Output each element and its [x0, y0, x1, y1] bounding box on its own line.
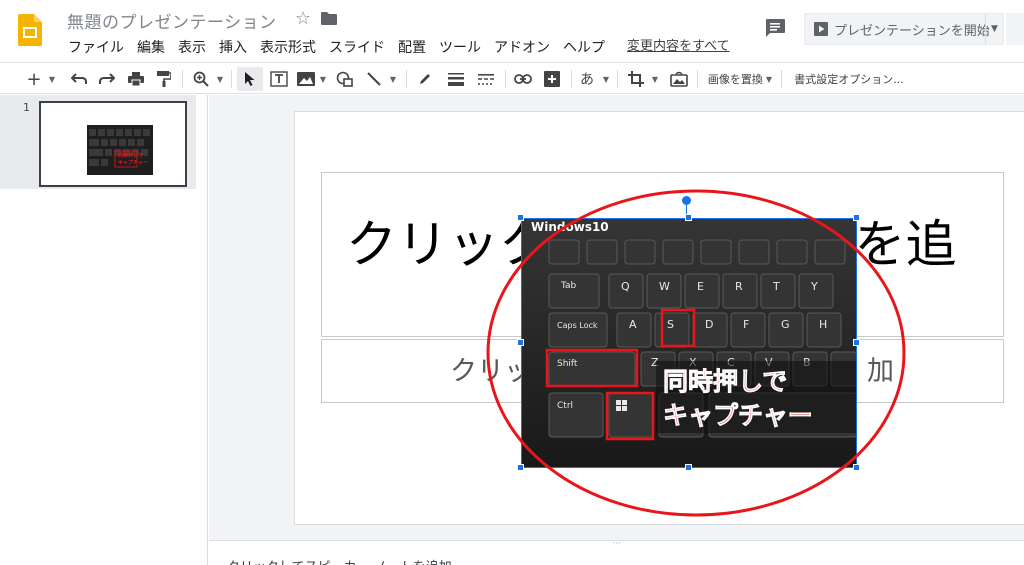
key-t: T — [772, 280, 780, 293]
key-shift: Shift — [557, 359, 578, 369]
key-f: F — [743, 318, 749, 331]
menu-edit[interactable]: 編集 — [137, 37, 165, 57]
input-tools-dropdown-icon[interactable]: ▼ — [601, 67, 611, 91]
format-options-button[interactable]: 書式設定オプション... — [788, 67, 910, 91]
keyboard-photo[interactable]: Windows10 Tab Q W E R T Y Caps Lock A S … — [521, 218, 857, 468]
key-s: S — [667, 318, 674, 331]
menu-help[interactable]: ヘルプ — [563, 37, 605, 57]
new-slide-dropdown-icon[interactable]: ▼ — [47, 67, 57, 91]
slide-thumbnail[interactable]: 同時押しで キャプチャー — [39, 101, 187, 187]
notes-resize-handle[interactable]: ··· — [209, 540, 1024, 549]
new-slide-icon[interactable]: + — [24, 67, 44, 91]
speaker-notes[interactable]: クリックしてスピーカー ノートを追加 — [209, 549, 1024, 565]
svg-text:同時押しで: 同時押しで — [118, 152, 143, 159]
comment-icon[interactable] — [765, 19, 785, 37]
slide-number: 1 — [23, 101, 30, 114]
document-title[interactable]: 無題のプレゼンテーション — [67, 8, 277, 33]
add-comment-icon[interactable] — [540, 67, 564, 91]
key-y: Y — [810, 280, 818, 293]
resize-handle-bm[interactable] — [685, 464, 692, 471]
key-w: W — [659, 280, 670, 293]
slides-logo-icon[interactable] — [18, 14, 42, 46]
subtitle-placeholder-text-end: 加 — [867, 356, 894, 387]
key-d: D — [705, 318, 713, 331]
print-icon[interactable] — [125, 67, 147, 91]
select-tool-icon[interactable] — [237, 67, 263, 91]
text-box-icon[interactable] — [267, 67, 291, 91]
key-q: Q — [621, 280, 630, 293]
toolbar: + ▼ ▼ ▼ ▼ あ ▼ ▼ 画像を置換 ▼ 書式設定オプション... — [0, 62, 1024, 94]
image-label: Windows10 — [531, 220, 609, 234]
menu-arrange[interactable]: 配置 — [398, 37, 426, 57]
key-tab: Tab — [560, 281, 577, 291]
paint-format-icon[interactable] — [153, 67, 175, 91]
subtitle-placeholder-text: クリッ — [450, 356, 531, 387]
border-color-icon[interactable] — [413, 67, 437, 91]
link-icon[interactable] — [511, 67, 535, 91]
reset-image-icon[interactable] — [667, 67, 691, 91]
menu-view[interactable]: 表示 — [178, 37, 206, 57]
replace-image-label: 画像を置換 — [707, 73, 763, 86]
menu-tools[interactable]: ツール — [439, 37, 481, 57]
shape-icon[interactable] — [333, 67, 357, 91]
rotation-handle[interactable] — [682, 196, 691, 205]
slide[interactable]: クリックしてタイトルを追 クリッ 加 Windows10 — [294, 111, 1024, 525]
crop-dropdown-icon[interactable]: ▼ — [650, 67, 660, 91]
key-e: E — [697, 280, 704, 293]
resize-handle-bl[interactable] — [517, 464, 524, 471]
key-a: A — [629, 318, 637, 331]
crop-icon[interactable] — [624, 67, 648, 91]
slide-canvas: クリックしてタイトルを追 クリッ 加 Windows10 — [209, 95, 1024, 540]
resize-handle-tr[interactable] — [853, 214, 860, 221]
border-dash-icon[interactable] — [474, 67, 498, 91]
insert-image-icon[interactable] — [295, 67, 317, 91]
menu-file[interactable]: ファイル — [68, 37, 124, 57]
share-button-partial[interactable] — [1006, 13, 1024, 45]
key-caps: Caps Lock — [557, 321, 598, 330]
image-dropdown-icon[interactable]: ▼ — [318, 67, 328, 91]
menu-insert[interactable]: 挿入 — [219, 37, 247, 57]
input-tools-icon[interactable]: あ — [576, 67, 598, 91]
slide-filmstrip: 1 同時押しで キャプチャー — [0, 95, 208, 565]
line-icon[interactable] — [362, 67, 386, 91]
annotation-line2: キャプチャー — [663, 401, 813, 430]
thumbnail-image: 同時押しで キャプチャー — [87, 125, 153, 175]
border-weight-icon[interactable] — [444, 67, 468, 91]
menu-addons[interactable]: アドオン — [494, 37, 550, 57]
present-dropdown-icon[interactable]: ▼ — [985, 14, 1003, 44]
speaker-notes-placeholder: クリックしてスピーカー ノートを追加 — [227, 556, 452, 565]
app-header: 無題のプレゼンテーション ☆ ファイル 編集 表示 挿入 表示形式 スライド 配… — [0, 0, 1024, 62]
zoom-icon[interactable] — [190, 67, 212, 91]
star-icon[interactable]: ☆ — [295, 8, 311, 29]
key-r: R — [735, 280, 743, 293]
present-button[interactable]: プレゼンテーションを開始 ▼ — [804, 13, 1004, 45]
resize-handle-br[interactable] — [853, 464, 860, 471]
key-ctrl: Ctrl — [557, 401, 573, 411]
svg-text:キャプチャー: キャプチャー — [118, 159, 148, 166]
resize-handle-tl[interactable] — [517, 214, 524, 221]
redo-icon[interactable] — [96, 67, 118, 91]
undo-icon[interactable] — [68, 67, 90, 91]
menu-format[interactable]: 表示形式 — [260, 37, 316, 57]
resize-handle-ml[interactable] — [517, 339, 524, 346]
resize-handle-tm[interactable] — [685, 214, 692, 221]
slides-editor: 無題のプレゼンテーション ☆ ファイル 編集 表示 挿入 表示形式 スライド 配… — [0, 0, 1024, 565]
format-options-label: 書式設定オプション... — [794, 73, 904, 86]
present-label: プレゼンテーションを開始 — [834, 23, 990, 39]
key-h: H — [819, 318, 827, 331]
resize-handle-mr[interactable] — [853, 339, 860, 346]
key-g: G — [781, 318, 790, 331]
folder-icon[interactable] — [321, 12, 337, 25]
menu-slide[interactable]: スライド — [329, 37, 385, 57]
replace-image-button[interactable]: 画像を置換 ▼ — [704, 67, 776, 91]
all-changes-saved-link[interactable]: 変更内容をすべて — [627, 35, 730, 54]
line-dropdown-icon[interactable]: ▼ — [388, 67, 398, 91]
zoom-dropdown-icon[interactable]: ▼ — [215, 67, 225, 91]
menu-bar: ファイル 編集 表示 挿入 表示形式 スライド 配置 ツール アドオン ヘルプ — [68, 37, 618, 57]
play-icon — [814, 22, 828, 36]
annotation-line1: 同時押しで — [663, 367, 787, 396]
